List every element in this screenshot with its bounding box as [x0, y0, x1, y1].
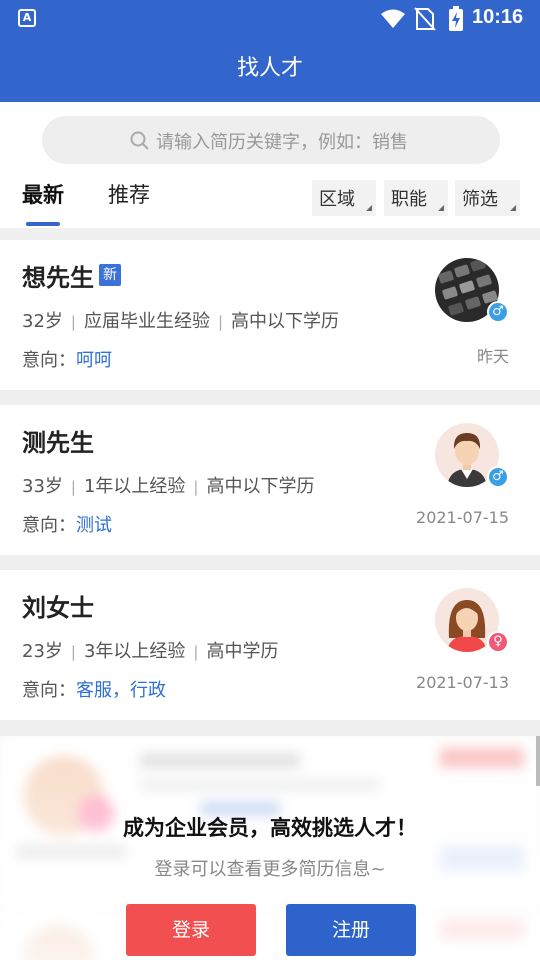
candidate-name: 刘女士	[22, 594, 94, 622]
candidate-card[interactable]: 想先生 新 32岁 | 应届毕业生经验 | 高中以下学历 意向：呵呵 ♂ 昨天	[0, 240, 540, 390]
candidate-education: 高中学历	[206, 641, 279, 662]
candidate-date: 2021-07-13	[416, 673, 509, 692]
candidate-age: 32岁	[22, 311, 63, 332]
filter-region[interactable]: 区域	[312, 180, 376, 216]
status-time: 10:16	[472, 6, 524, 28]
candidate-age: 33岁	[22, 476, 63, 497]
male-gender-icon: ♂	[487, 301, 509, 323]
candidate-age: 23岁	[22, 641, 63, 662]
active-tab-indicator	[26, 222, 60, 226]
separator: |	[193, 478, 199, 496]
candidate-date: 2021-07-15	[416, 508, 509, 527]
intent-value: 测试	[76, 515, 112, 536]
notification-app-icon: A	[18, 9, 36, 27]
candidate-name: 想先生	[22, 264, 94, 292]
separator: |	[217, 313, 224, 331]
filter-region-label: 区域	[319, 189, 355, 210]
dropdown-triangle-icon	[510, 205, 516, 211]
candidate-education: 高中以下学历	[206, 476, 315, 497]
candidate-experience: 应届毕业生经验	[83, 311, 210, 332]
login-button[interactable]: 登录	[126, 904, 256, 956]
scrollbar[interactable]	[536, 736, 540, 786]
filter-function[interactable]: 职能	[384, 180, 448, 216]
intent-label: 意向：	[22, 680, 76, 701]
dropdown-triangle-icon	[438, 205, 444, 211]
new-badge: 新	[99, 264, 121, 286]
candidate-info: 33岁 | 1年以上经验 | 高中以下学历	[22, 472, 314, 498]
status-bar: A 10:16	[0, 0, 540, 36]
candidate-name: 测先生	[22, 429, 94, 457]
intent-label: 意向：	[22, 350, 76, 371]
separator: |	[193, 643, 199, 661]
dropdown-triangle-icon	[366, 205, 372, 211]
wifi-icon	[381, 9, 405, 28]
intent-value: 呵呵	[76, 350, 112, 371]
candidate-experience: 3年以上经验	[83, 641, 186, 662]
search-placeholder: 请输入简历关键字，例如：销售	[156, 132, 408, 153]
no-sim-icon	[414, 7, 436, 31]
battery-charging-icon	[449, 6, 463, 31]
register-button[interactable]: 注册	[286, 904, 416, 956]
candidate-info: 32岁 | 应届毕业生经验 | 高中以下学历	[22, 307, 339, 333]
intent-label: 意向：	[22, 515, 76, 536]
separator: |	[70, 313, 76, 331]
search-input[interactable]: 请输入简历关键字，例如：销售	[42, 116, 500, 164]
page-title: 找人才	[236, 56, 303, 81]
promo-subtitle: 登录可以查看更多简历信息~	[154, 859, 386, 880]
search-icon	[130, 131, 149, 150]
tab-recommend[interactable]: 推荐	[108, 179, 150, 209]
candidate-intent: 意向：呵呵	[22, 346, 112, 372]
candidate-intent: 意向：客服，行政	[22, 676, 166, 702]
candidate-card[interactable]: 刘女士 23岁 | 3年以上经验 | 高中学历 意向：客服，行政 ♀ 2021-07-1…	[0, 570, 540, 720]
separator: |	[70, 643, 76, 661]
filter-function-label: 职能	[391, 189, 427, 210]
app-bar: A 10:16 找人才	[0, 0, 540, 102]
candidate-education: 高中以下学历	[231, 311, 340, 332]
candidate-intent: 意向：测试	[22, 511, 112, 537]
login-overlay	[0, 736, 540, 960]
separator: |	[70, 478, 76, 496]
filter-more-label: 筛选	[462, 189, 498, 210]
tab-latest[interactable]: 最新	[22, 179, 64, 209]
promo-title: 成为企业会员，高效挑选人才！	[123, 816, 417, 840]
candidate-card[interactable]: 测先生 33岁 | 1年以上经验 | 高中以下学历 意向：测试 ♂ 2021-07-15	[0, 405, 540, 555]
filter-more[interactable]: 筛选	[455, 180, 520, 216]
candidate-date: 昨天	[476, 347, 509, 366]
candidate-experience: 1年以上经验	[83, 476, 186, 497]
female-gender-icon: ♀	[487, 631, 509, 653]
male-gender-icon: ♂	[487, 466, 509, 488]
intent-value: 客服，行政	[76, 680, 166, 701]
search-and-tabs-panel: 请输入简历关键字，例如：销售 最新 推荐 区域 职能 筛选	[0, 102, 540, 228]
candidate-info: 23岁 | 3年以上经验 | 高中学历	[22, 637, 278, 663]
